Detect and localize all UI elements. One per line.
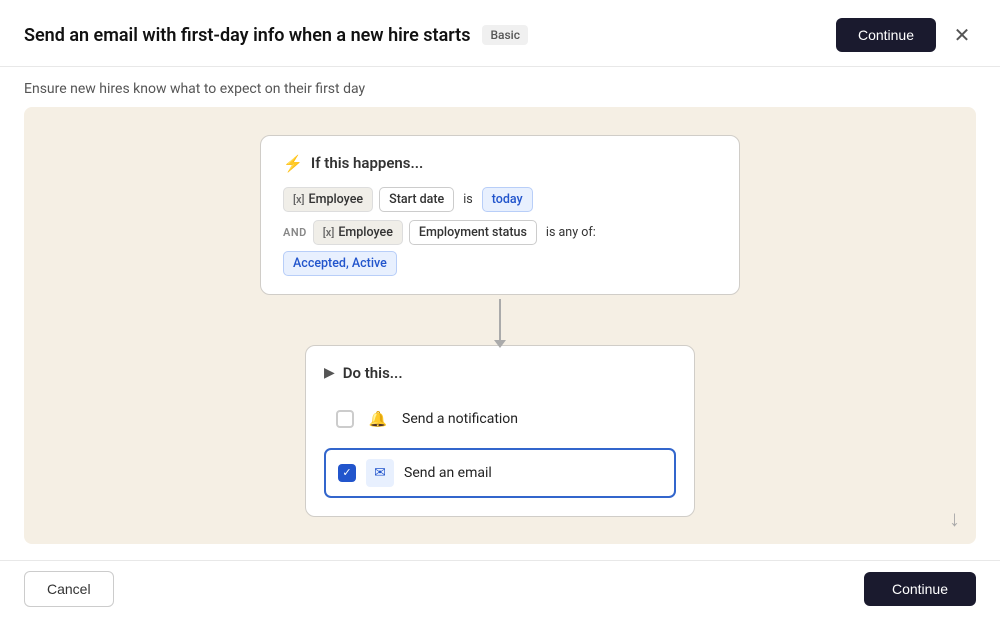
header-left: Send an email with first-day info when a… — [24, 25, 528, 46]
flow-connector — [499, 299, 501, 341]
continue-button[interactable]: Continue — [864, 572, 976, 606]
trigger-card: ⚡ If this happens... [x] Employee Start … — [260, 135, 740, 295]
email-icon: ✉ — [366, 459, 394, 487]
value-tag-2: Accepted, Active — [283, 251, 397, 276]
cancel-button[interactable]: Cancel — [24, 571, 114, 607]
operator-tag-2: is any of: — [543, 221, 599, 244]
modal-title: Send an email with first-day info when a… — [24, 25, 470, 46]
entity-label-1: Employee — [309, 192, 364, 207]
bottom-arrow-icon: ↓ — [949, 506, 960, 532]
email-checkbox[interactable]: ✓ — [338, 464, 356, 482]
flow-diagram: ⚡ If this happens... [x] Employee Start … — [260, 135, 740, 517]
field-tag-1: Start date — [379, 187, 454, 212]
entity-icon-2: [x] — [323, 226, 335, 239]
value-tag-1: today — [482, 187, 533, 212]
trigger-card-header: ⚡ If this happens... — [283, 154, 717, 173]
action-item-email[interactable]: ✓ ✉ Send an email — [324, 448, 676, 498]
action-title: Do this... — [343, 364, 403, 382]
entity-tag-1: [x] Employee — [283, 187, 373, 212]
bell-icon: 🔔 — [364, 405, 392, 433]
play-icon: ▶ — [324, 365, 335, 381]
notification-label: Send a notification — [402, 411, 518, 427]
entity-icon-1: [x] — [293, 193, 305, 206]
subtitle: Ensure new hires know what to expect on … — [0, 67, 1000, 107]
action-items-list: 🔔 Send a notification ✓ ✉ Send an email — [324, 396, 676, 498]
email-label: Send an email — [404, 465, 492, 481]
header-actions: Continue ✕ — [836, 18, 976, 52]
close-button[interactable]: ✕ — [948, 21, 976, 49]
modal-header: Send an email with first-day info when a… — [0, 0, 1000, 67]
header-continue-button[interactable]: Continue — [836, 18, 936, 52]
and-label: AND — [283, 226, 307, 239]
notification-checkbox[interactable] — [336, 410, 354, 428]
condition-row-2: AND [x] Employee Employment status is an… — [283, 220, 717, 276]
lightning-icon: ⚡ — [283, 154, 303, 173]
action-item-notification[interactable]: 🔔 Send a notification — [324, 396, 676, 442]
trigger-title: If this happens... — [311, 154, 423, 172]
condition-row-1: [x] Employee Start date is today — [283, 187, 717, 212]
badge: Basic — [482, 25, 528, 45]
action-card: ▶ Do this... 🔔 Send a notification ✓ ✉ S… — [305, 345, 695, 517]
entity-tag-2: [x] Employee — [313, 220, 403, 245]
operator-tag-1: is — [460, 188, 476, 211]
entity-label-2: Employee — [338, 225, 393, 240]
field-tag-2: Employment status — [409, 220, 537, 245]
modal-footer: Cancel Continue — [0, 560, 1000, 621]
action-card-header: ▶ Do this... — [324, 364, 676, 382]
flow-canvas: ⚡ If this happens... [x] Employee Start … — [24, 107, 976, 544]
